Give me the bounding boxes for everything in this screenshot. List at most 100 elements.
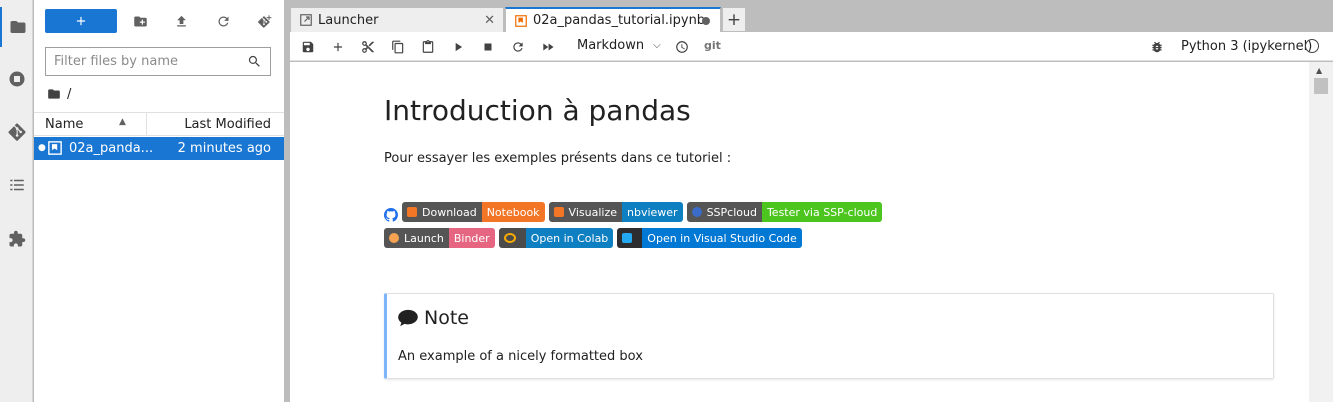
activity-bar (0, 0, 33, 402)
kernel-name[interactable]: Python 3 (ipykernel) (1181, 39, 1312, 54)
vscode-logo-icon (622, 233, 633, 243)
column-name[interactable]: Name (45, 117, 83, 132)
plus-icon (76, 16, 86, 26)
kernel-status-icon (1305, 39, 1319, 53)
note-box: Note An example of a nicely formatted bo… (384, 293, 1274, 379)
paste-icon (422, 39, 433, 53)
download-notebook-badge[interactable]: Download Notebook (402, 202, 545, 222)
sspcloud-logo-icon (691, 207, 702, 217)
binder-logo-icon (389, 233, 399, 243)
new-folder-icon (133, 16, 147, 26)
vscode-badge[interactable]: Open in Visual Studio Code (617, 228, 802, 248)
interrupt-button[interactable] (479, 38, 496, 55)
column-last-modified[interactable]: Last Modified (184, 117, 271, 132)
add-icon (333, 42, 342, 51)
badge-left-label: Launch (404, 231, 444, 245)
notebook-title: Introduction à pandas (384, 94, 691, 127)
file-name: 02a_panda... (69, 141, 154, 156)
running-sessions-icon[interactable] (0, 59, 33, 99)
breadcrumb-path[interactable]: / (67, 87, 71, 102)
play-icon (455, 42, 462, 51)
github-icon[interactable] (384, 208, 398, 222)
badge-right-label: Notebook (481, 202, 545, 222)
new-tab-button[interactable]: + (722, 7, 746, 32)
unsaved-changes-icon[interactable] (702, 17, 710, 25)
filter-files-input[interactable] (54, 54, 247, 69)
upload-icon (176, 15, 186, 26)
cut-icon (361, 40, 374, 53)
note-body: An example of a nicely formatted box (398, 349, 643, 364)
cell-type-select[interactable]: Markdown ⌵ (577, 38, 661, 53)
copy-icon (391, 40, 403, 53)
jupyter-logo-icon (407, 207, 417, 217)
tab-notebook[interactable]: 02a_pandas_tutorial.ipynb (505, 7, 721, 32)
run-button[interactable] (449, 38, 466, 55)
breadcrumb: / (47, 85, 71, 103)
tab-label: 02a_pandas_tutorial.ipynb (533, 13, 706, 28)
badge-left-label: Download (422, 205, 477, 219)
badge-right-label: nbviewer (621, 202, 683, 222)
search-icon (248, 55, 260, 67)
notebook-icon (515, 14, 527, 27)
badge-label: Open in Colab (525, 228, 614, 248)
scrollbar-thumb[interactable] (1314, 78, 1328, 94)
new-launcher-button[interactable] (45, 9, 117, 33)
running-indicator-icon: ● (38, 143, 46, 153)
badge-row: Launch Binder Open in Colab Open in Visu… (384, 228, 1184, 248)
badge-left-label: SSPcloud (706, 205, 757, 219)
git-clone-icon (257, 14, 271, 28)
tab-launcher[interactable]: Launcher ✕ (290, 7, 504, 32)
save-button[interactable] (299, 38, 316, 55)
chevron-down-icon: ⌵ (653, 40, 661, 51)
column-divider[interactable] (146, 113, 147, 135)
table-of-contents-icon[interactable] (0, 165, 33, 205)
file-row[interactable]: ● 02a_panda... 2 minutes ago (34, 137, 284, 160)
file-modified: 2 minutes ago (177, 141, 271, 156)
binder-badge[interactable]: Launch Binder (384, 228, 495, 248)
intro-paragraph: Pour essayer les exemples présents dans … (384, 151, 732, 166)
notebook-file-icon (48, 141, 62, 155)
restart-run-all-button[interactable] (539, 38, 556, 55)
home-folder-icon[interactable] (47, 87, 61, 101)
copy-button[interactable] (389, 38, 406, 55)
restart-button[interactable] (509, 38, 526, 55)
insert-cell-button[interactable] (329, 38, 346, 55)
paste-button[interactable] (419, 38, 436, 55)
scroll-up-icon[interactable]: ▲ (1316, 66, 1322, 75)
badge-row: Download Notebook Visualize nbviewer SSP… (384, 202, 1184, 222)
upload-button[interactable] (172, 12, 190, 30)
note-title: Note (398, 307, 469, 329)
fast-forward-icon (542, 43, 554, 50)
speech-bubble-icon (398, 309, 418, 327)
notebook-scrollbar[interactable]: ▲ (1309, 62, 1333, 402)
badge-left-label: Visualize (568, 205, 617, 219)
nbviewer-badge[interactable]: Visualize nbviewer (548, 202, 683, 222)
colab-badge[interactable]: Open in Colab (498, 228, 614, 248)
extension-manager-icon[interactable] (0, 219, 33, 259)
clock-icon (675, 40, 688, 53)
stop-icon (484, 43, 491, 50)
cell-type-value: Markdown (577, 38, 645, 53)
execution-time-button[interactable] (673, 38, 690, 55)
restart-icon (512, 41, 523, 52)
notebook-content: Introduction à pandas Pour essayer les e… (290, 62, 1309, 402)
file-browser-icon[interactable] (0, 7, 33, 47)
debugger-button[interactable] (1148, 38, 1165, 55)
sspcloud-badge[interactable]: SSPcloud Tester via SSP-cloud (686, 202, 883, 222)
new-folder-button[interactable] (131, 12, 149, 30)
git-icon[interactable] (0, 112, 33, 152)
badge-label: Open in Visual Studio Code (642, 228, 802, 248)
save-icon (302, 41, 313, 52)
file-browser-panel: / Name ▲ Last Modified ● 02a_panda... 2 … (34, 0, 284, 402)
close-icon[interactable]: ✕ (484, 13, 495, 28)
cut-button[interactable] (359, 38, 376, 55)
notebook-toolbar: Markdown ⌵ git Python 3 (ipykernel) (290, 32, 1333, 61)
git-diff-button[interactable]: git (704, 39, 721, 52)
git-clone-button[interactable] (255, 12, 273, 30)
colab-logo-icon (503, 233, 516, 243)
refresh-button[interactable] (214, 12, 232, 30)
note-title-text: Note (424, 307, 469, 329)
filter-files-input-wrapper (45, 47, 271, 76)
badge-right-label: Tester via SSP-cloud (761, 202, 883, 222)
tab-label: Launcher (318, 12, 379, 28)
